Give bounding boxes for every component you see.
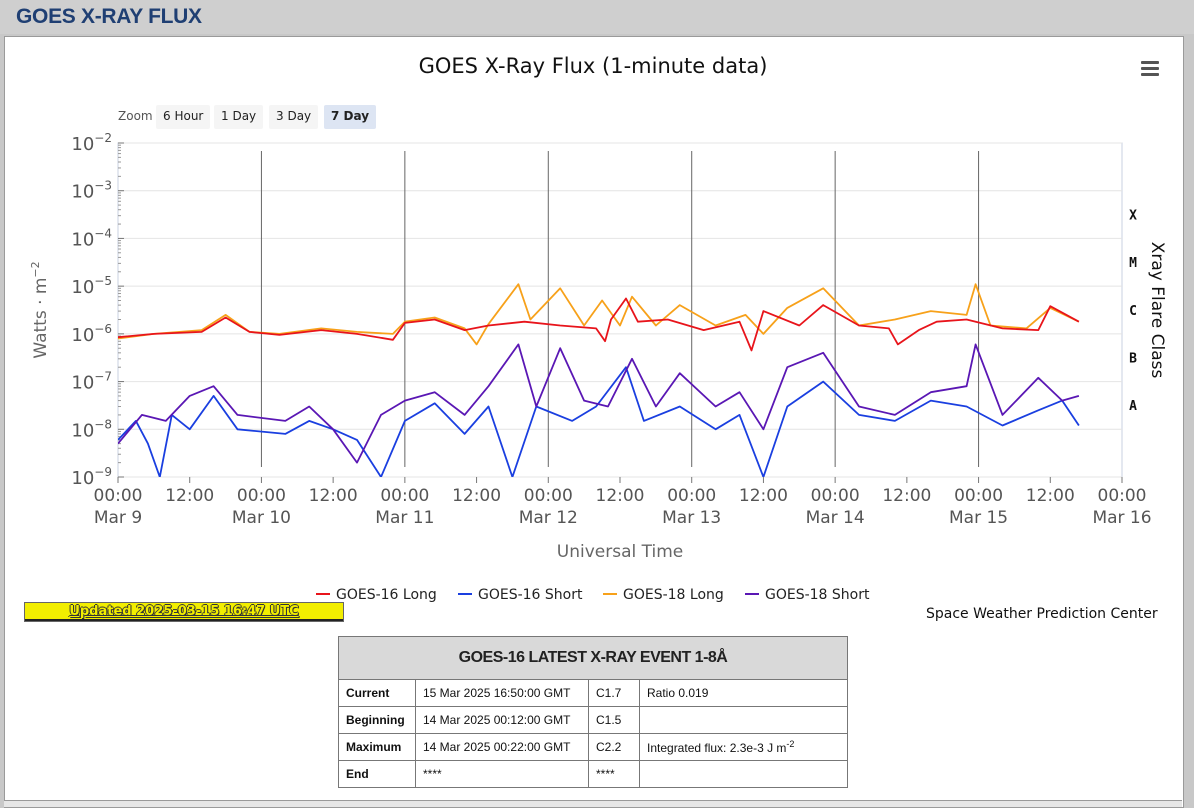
row-label: Maximum [338,733,416,761]
row-extra: Integrated flux: 2.3e-3 J m-2 [639,733,848,761]
y-tick-label-5: 10−7 [71,370,112,394]
row-class: C1.5 [588,706,640,734]
row-time: 14 Mar 2025 00:22:00 GMT [415,733,589,761]
legend-label-3: GOES-18 Short [765,587,870,603]
swpc-credit: Space Weather Prediction Center [926,606,1158,622]
x-tick-date-12: Mar 15 [949,508,1008,528]
legend-label-2: GOES-18 Long [623,587,724,603]
x-tick-label-10: 00:00 [811,486,860,506]
x-tick-date-0: Mar 9 [94,508,142,528]
row-label: Beginning [338,706,416,734]
flare-class-X: X [1129,208,1137,223]
table-row: End **** **** [338,760,848,788]
plot-area [117,142,1123,478]
row-time: 14 Mar 2025 00:12:00 GMT [415,706,589,734]
flare-class-M: M [1129,256,1137,271]
x-tick-label-3: 12:00 [309,486,358,506]
x-tick-label-13: 12:00 [1026,486,1075,506]
x-tick-label-14: 00:00 [1098,486,1147,506]
x-tick-label-5: 12:00 [452,486,501,506]
xray-flux-chart: 10−210−310−410−510−610−710−810−900:00Mar… [29,131,1167,603]
x-tick-label-0: 00:00 [94,486,143,506]
event-table-title: GOES-16 LATEST X-RAY EVENT 1-8Å [338,636,848,680]
row-time: **** [415,760,589,788]
row-class: **** [588,760,640,788]
x-tick-label-12: 00:00 [954,486,1003,506]
x-tick-label-2: 00:00 [237,486,286,506]
x-tick-label-1: 12:00 [165,486,214,506]
row-label: End [338,760,416,788]
y-axis-title: Watts · m−2 [29,261,51,358]
legend-label-1: GOES-16 Short [478,587,583,603]
x-tick-date-10: Mar 14 [806,508,865,528]
y-tick-label-1: 10−3 [71,179,112,203]
row-extra: Ratio 0.019 [639,679,848,707]
y-tick-label-6: 10−8 [71,417,112,441]
x-tick-date-8: Mar 13 [662,508,721,528]
x-tick-label-7: 12:00 [596,486,645,506]
y2-axis-title: Xray Flare Class [1147,242,1167,379]
legend-label-0: GOES-16 Long [336,587,437,603]
table-row: Current 15 Mar 2025 16:50:00 GMT C1.7 Ra… [338,679,848,707]
x-tick-date-6: Mar 12 [519,508,578,528]
x-axis-title: Universal Time [557,542,683,562]
x-tick-date-2: Mar 10 [232,508,291,528]
row-extra [639,760,848,788]
y-tick-label-4: 10−6 [71,322,112,346]
table-row: Maximum 14 Mar 2025 00:22:00 GMT C2.2 In… [338,733,848,761]
x-tick-label-11: 12:00 [882,486,931,506]
updated-banner[interactable]: Updated 2025-03-15 16:47 UTC [24,602,344,622]
x-tick-date-14: Mar 16 [1092,508,1151,528]
y-tick-label-3: 10−5 [71,274,112,298]
row-label: Current [338,679,416,707]
flare-class-B: B [1129,351,1137,366]
row-extra [639,706,848,734]
x-tick-label-9: 12:00 [739,486,788,506]
y-tick-label-2: 10−4 [71,226,112,250]
x-tick-label-4: 00:00 [380,486,429,506]
row-class: C1.7 [588,679,640,707]
row-class: C2.2 [588,733,640,761]
table-row: Beginning 14 Mar 2025 00:12:00 GMT C1.5 [338,706,848,734]
flare-class-A: A [1129,399,1137,414]
x-tick-label-8: 00:00 [667,486,716,506]
event-table: GOES-16 LATEST X-RAY EVENT 1-8Å Current … [338,636,848,788]
y-tick-label-0: 10−2 [71,131,112,155]
row-time: 15 Mar 2025 16:50:00 GMT [415,679,589,707]
x-tick-date-4: Mar 11 [375,508,434,528]
x-tick-label-6: 00:00 [524,486,573,506]
flare-class-C: C [1129,304,1137,319]
